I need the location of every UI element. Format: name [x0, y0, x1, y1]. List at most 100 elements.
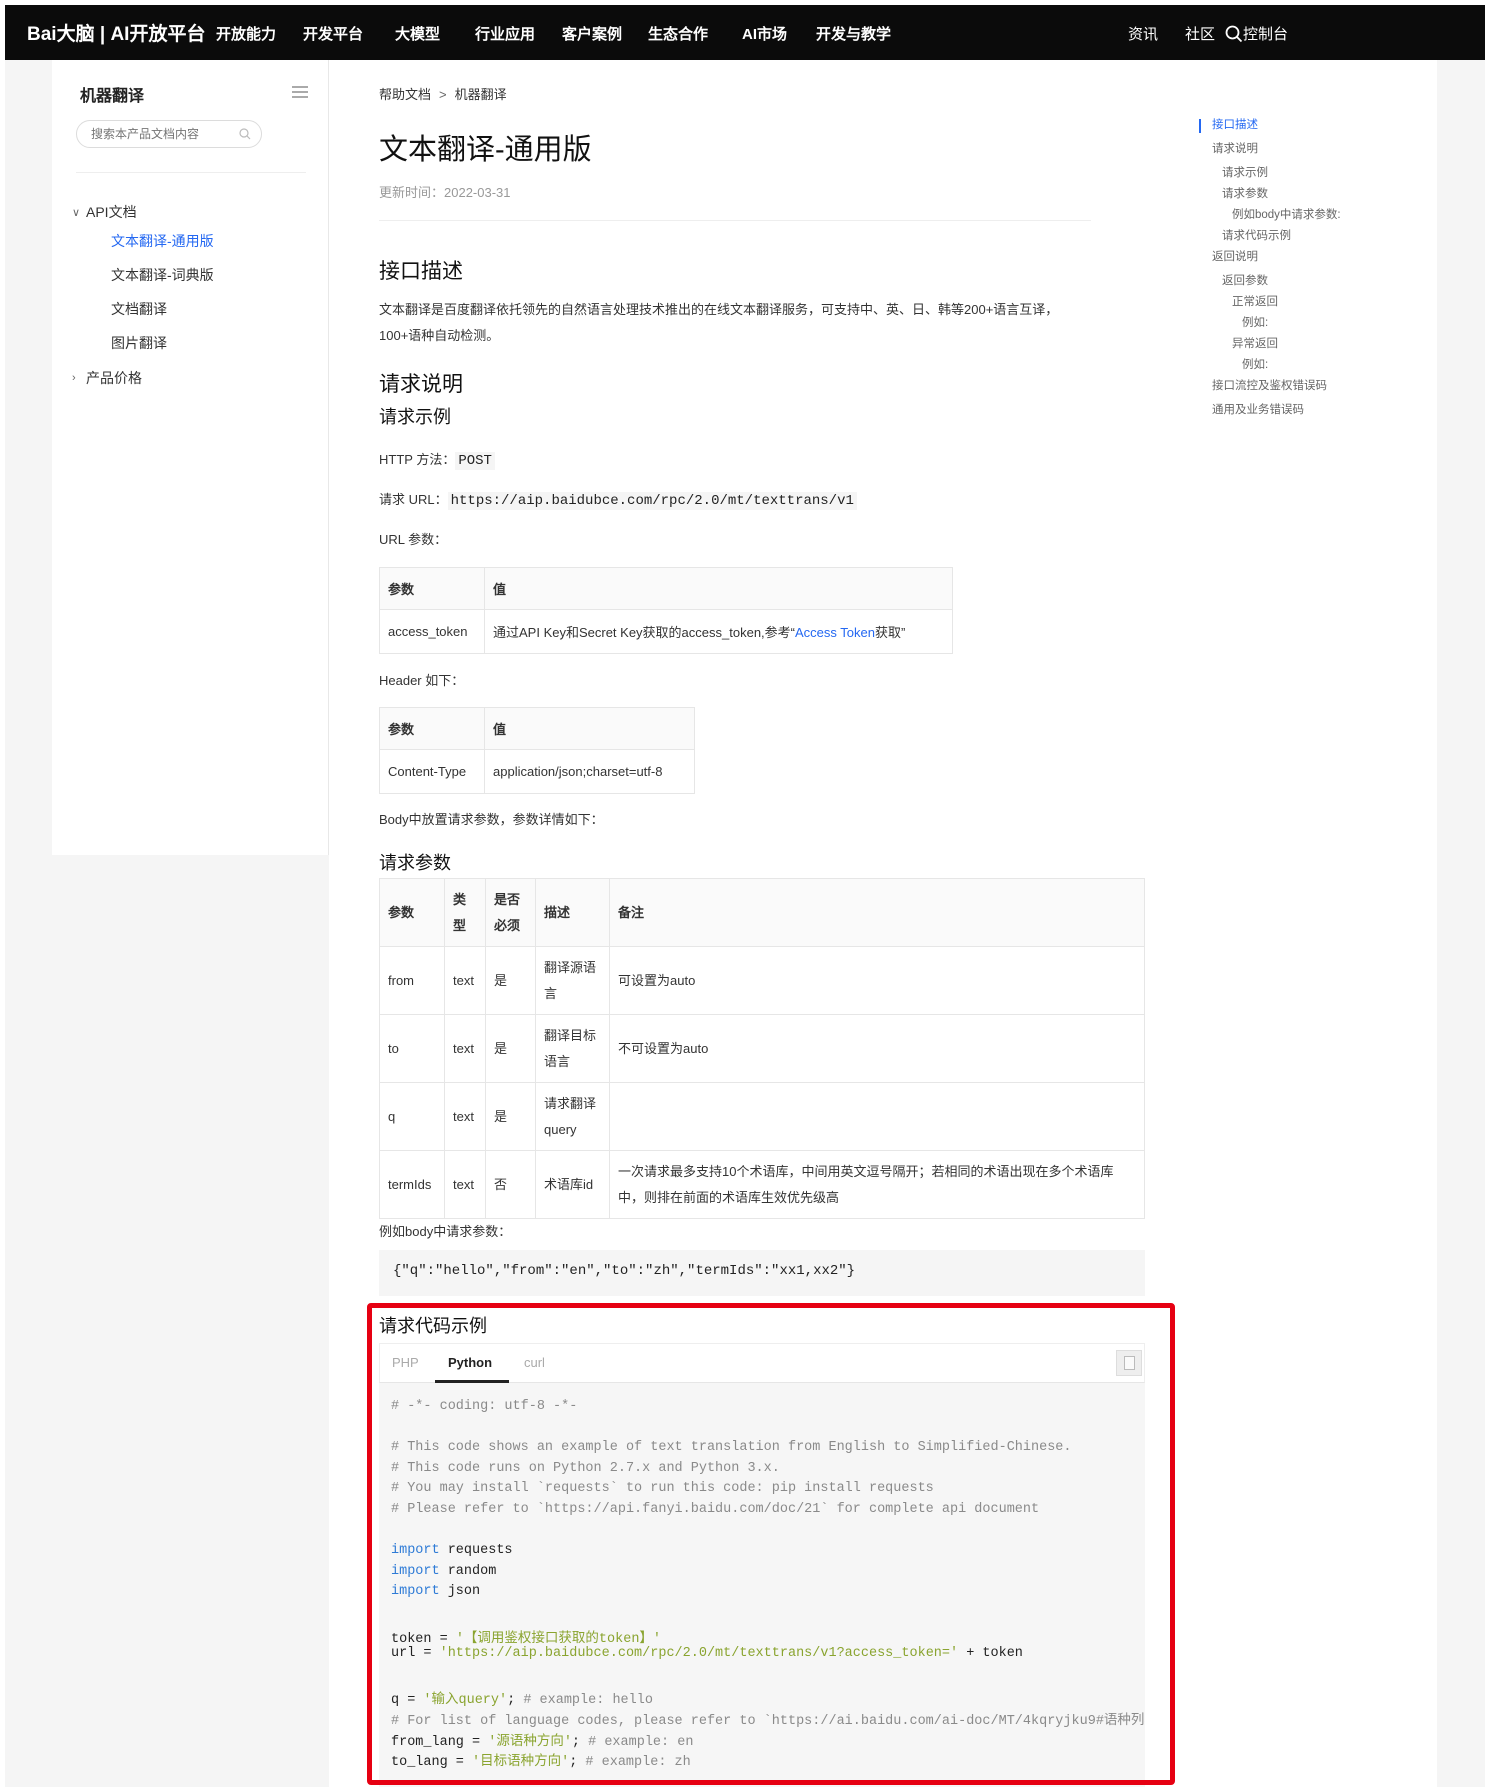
breadcrumb-separator: > [439, 87, 447, 102]
doc-sidebar: 机器翻译 ∨ API文档 文本翻译-通用版 文本翻译-词典版 文档翻译 图片翻译… [52, 60, 329, 855]
nav-item-open-capabilities[interactable]: 开放能力 [216, 23, 276, 44]
table-cell: to [379, 1014, 445, 1083]
table-cell: application/json;charset=utf-8 [484, 749, 695, 794]
toc-item[interactable]: 接口流控及鉴权错误码 [1212, 377, 1327, 393]
request-url-value: https://aip.baidubce.com/rpc/2.0/mt/text… [447, 492, 857, 510]
sidebar-divider [76, 172, 306, 173]
search-icon[interactable] [1225, 25, 1243, 43]
toc-item[interactable]: 通用及业务错误码 [1212, 401, 1304, 417]
sidebar-group-pricing[interactable]: › 产品价格 [72, 366, 214, 390]
url-params-table: 参数 值 access_token 通过API Key和Secret Key获取… [379, 567, 953, 654]
table-cell-text: 通过API Key和Secret Key获取的access_token,参考“ [493, 625, 795, 640]
nav-item-console[interactable]: 控制台 [1243, 23, 1288, 44]
chevron-right-icon: › [72, 372, 76, 384]
sidebar-group-api-docs[interactable]: ∨ API文档 [72, 200, 214, 224]
sidebar-item-image-translation[interactable]: 图片翻译 [72, 326, 214, 360]
table-cell: 不可设置为auto [609, 1014, 1145, 1083]
description-line: 100+语种自动检测。 [379, 328, 500, 343]
table-cell: q [379, 1082, 445, 1151]
access-token-link[interactable]: Access Token [795, 625, 875, 640]
table-cell: text [444, 1014, 486, 1083]
breadcrumb-root[interactable]: 帮助文档 [379, 87, 431, 102]
toc-item[interactable]: 请求代码示例 [1222, 227, 1291, 243]
table-header: 值 [484, 707, 695, 750]
toc-item[interactable]: 正常返回 [1232, 293, 1278, 309]
http-method-value: POST [455, 452, 495, 470]
page-title: 文本翻译-通用版 [379, 134, 592, 166]
updated-time: 更新时间：2022-03-31 [379, 185, 511, 200]
http-method-line: HTTP 方法： POST [379, 447, 495, 474]
table-header: 是否必须 [485, 878, 536, 947]
table-cell: access_token [379, 609, 485, 654]
table-cell: text [444, 1082, 486, 1151]
toc-item[interactable]: 请求示例 [1222, 164, 1268, 180]
url-params-label: URL 参数： [379, 532, 448, 547]
nav-item-dev-teaching[interactable]: 开发与教学 [816, 23, 891, 44]
table-cell: 是 [485, 946, 536, 1015]
table-header: 参数 [379, 567, 485, 610]
menu-icon[interactable] [292, 86, 308, 98]
nav-item-ai-market[interactable]: AI市场 [742, 23, 787, 44]
search-icon[interactable] [239, 128, 251, 140]
header-label: Header 如下： [379, 673, 465, 688]
toc-item[interactable]: 例如body中请求参数: [1232, 206, 1341, 222]
table-cell: text [444, 1150, 486, 1219]
table-cell: 是 [485, 1082, 536, 1151]
table-header: 参数 [379, 707, 485, 750]
body-example-code: {"q":"hello","from":"en","to":"zh","term… [379, 1250, 1145, 1296]
top-navigation: Bai大脑 | AI开放平台 开放能力 开发平台 大模型 行业应用 客户案例 生… [5, 5, 1485, 60]
toc-item[interactable]: 请求说明 [1212, 140, 1258, 156]
nav-item-community[interactable]: 社区 [1185, 23, 1215, 44]
section-heading-request-params: 请求参数 [379, 853, 451, 873]
table-cell: from [379, 946, 445, 1015]
table-cell: Content-Type [379, 749, 485, 794]
breadcrumb-current[interactable]: 机器翻译 [455, 87, 507, 102]
brand-logo-text: Bai大脑 | AI开放平台 [27, 24, 206, 45]
header-table: 参数 值 Content-Type application/json;chars… [379, 707, 695, 794]
description-line: 文本翻译是百度翻译依托领先的自然语言处理技术推出的在线文本翻译服务，可支持中、英… [379, 302, 1059, 317]
sidebar-title: 机器翻译 [80, 88, 145, 105]
body-example-label: 例如body中请求参数： [379, 1224, 512, 1239]
table-row: q text 是 请求翻译query [379, 1082, 1145, 1151]
nav-item-ecosystem[interactable]: 生态合作 [648, 23, 708, 44]
description-paragraph: 文本翻译是百度翻译依托领先的自然语言处理技术推出的在线文本翻译服务，可支持中、英… [379, 297, 1058, 349]
nav-item-cases[interactable]: 客户案例 [562, 23, 622, 44]
table-cell: 翻译源语言 [535, 946, 610, 1015]
table-cell-text: 获取” [874, 625, 906, 640]
nav-item-industry[interactable]: 行业应用 [475, 23, 535, 44]
table-cell: 翻译目标语言 [535, 1014, 610, 1083]
table-header: 描述 [535, 878, 610, 947]
sidebar-item-document-translation[interactable]: 文档翻译 [72, 292, 214, 326]
toc-item[interactable]: 返回说明 [1212, 248, 1258, 264]
table-header: 参数 [379, 878, 445, 947]
sidebar-item-text-translation-dictionary[interactable]: 文本翻译-词典版 [72, 258, 214, 292]
request-url-line: 请求 URL： https://aip.baidubce.com/rpc/2.0/… [379, 487, 857, 514]
table-row: from text 是 翻译源语言 可设置为auto [379, 946, 1145, 1015]
sidebar-item-text-translation-general[interactable]: 文本翻译-通用版 [72, 224, 214, 258]
table-header: 值 [484, 567, 953, 610]
toc-item[interactable]: 异常返回 [1232, 335, 1278, 351]
table-cell: 否 [485, 1150, 536, 1219]
table-cell: 通过API Key和Secret Key获取的access_token,参考“A… [484, 609, 953, 654]
sidebar-group-label: 产品价格 [86, 370, 142, 386]
table-cell: 请求翻译query [535, 1082, 610, 1151]
toc-item[interactable]: 接口描述 [1212, 116, 1258, 132]
toc-item[interactable]: 例如: [1242, 314, 1268, 330]
title-divider [379, 220, 1091, 221]
request-params-table: 参数 类型 是否必须 描述 备注 from text 是 翻译源语言 可设置为a… [379, 878, 1145, 1219]
table-cell: 一次请求最多支持10个术语库，中间用英文逗号隔开；若相同的术语出现在多个术语库中… [609, 1150, 1145, 1219]
table-cell: text [444, 946, 486, 1015]
sidebar-tree: ∨ API文档 文本翻译-通用版 文本翻译-词典版 文档翻译 图片翻译 › 产品… [72, 200, 214, 390]
breadcrumb: 帮助文档 > 机器翻译 [379, 84, 507, 103]
sidebar-search-input[interactable] [91, 121, 241, 147]
toc-item[interactable]: 例如: [1242, 356, 1268, 372]
nav-item-large-model[interactable]: 大模型 [395, 23, 440, 44]
nav-item-news[interactable]: 资讯 [1128, 23, 1158, 44]
sidebar-group-label: API文档 [86, 204, 137, 220]
nav-item-dev-platform[interactable]: 开发平台 [303, 23, 363, 44]
toc-item[interactable]: 请求参数 [1222, 185, 1268, 201]
highlight-box [367, 1303, 1175, 1785]
toc-item[interactable]: 返回参数 [1222, 272, 1268, 288]
table-header: 类型 [444, 878, 486, 947]
brand-logo[interactable]: Bai大脑 | AI开放平台 [27, 19, 205, 46]
